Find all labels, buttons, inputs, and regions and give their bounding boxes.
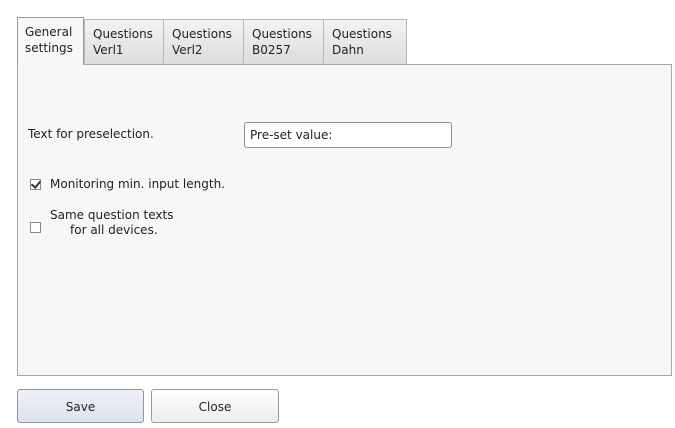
preselection-input[interactable]: [244, 122, 452, 148]
tab-label-line1: Questions: [172, 27, 232, 41]
same-texts-label-line2: for all devices.: [70, 223, 158, 237]
tab-questions-verl2[interactable]: Questions Verl2: [163, 19, 244, 65]
tab-label-line1: Questions: [332, 27, 392, 41]
tab-questions-b0257[interactable]: Questions B0257: [243, 19, 324, 65]
tab-label-line1: General: [25, 25, 73, 39]
same-texts-label-line1: Same question texts: [50, 208, 174, 222]
monitoring-checkbox[interactable]: [30, 178, 42, 190]
tab-label-line2: settings: [25, 41, 73, 55]
tab-bar: General settings Questions Verl1 Questio…: [17, 17, 407, 65]
tab-label-line1: Questions: [93, 27, 153, 41]
tab-questions-dahn[interactable]: Questions Dahn: [323, 19, 407, 65]
preselection-label: Text for preselection.: [28, 127, 154, 141]
general-settings-panel: Text for preselection. Monitoring min. i…: [17, 64, 672, 376]
settings-dialog: General settings Questions Verl1 Questio…: [0, 0, 675, 428]
same-texts-checkbox[interactable]: [30, 222, 41, 233]
tab-label-line2: Dahn: [332, 43, 364, 57]
tab-questions-verl1[interactable]: Questions Verl1: [84, 19, 164, 65]
tab-label-line2: B0257: [252, 43, 291, 57]
same-texts-option[interactable]: Same question texts for all devices.: [30, 208, 173, 238]
tab-label-line1: Questions: [252, 27, 312, 41]
close-button[interactable]: Close: [151, 389, 279, 423]
tab-label-line2: Verl2: [172, 43, 203, 57]
monitoring-option[interactable]: Monitoring min. input length.: [30, 177, 225, 192]
tab-general-settings[interactable]: General settings: [17, 17, 84, 65]
save-button[interactable]: Save: [17, 389, 144, 423]
monitoring-label: Monitoring min. input length.: [50, 177, 225, 191]
checkmark-icon: [30, 178, 42, 189]
tab-label-line2: Verl1: [93, 43, 124, 57]
